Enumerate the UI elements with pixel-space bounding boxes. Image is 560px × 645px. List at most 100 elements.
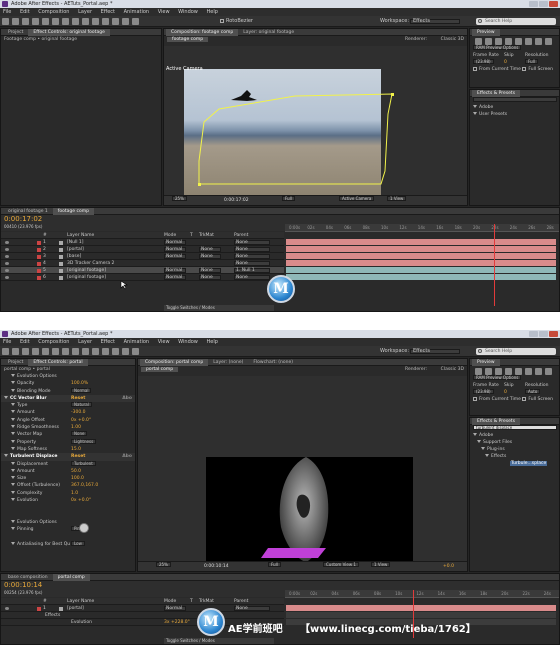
property-value[interactable]: Reset [71, 395, 85, 402]
pan-behind-tool-icon[interactable] [52, 348, 59, 355]
effect-property[interactable]: Amount -300.0 [1, 409, 135, 416]
menu-effect[interactable]: Effect [101, 9, 115, 15]
viewer-timecode[interactable]: 0:00:10:14 [204, 562, 229, 571]
mask-tool-icon[interactable] [62, 348, 69, 355]
next-frame-icon[interactable] [505, 368, 512, 375]
tab-timeline-original-footage[interactable]: original footage 1 [3, 208, 53, 215]
effect-property[interactable]: Ridge Smoothness 1.00 [1, 424, 135, 431]
effect-property[interactable]: Amount 50.0 [1, 468, 135, 475]
effects-item-user-presets[interactable]: User Presets [470, 111, 559, 118]
label-color-swatch[interactable] [37, 276, 41, 280]
visibility-eye-icon[interactable] [5, 262, 9, 265]
tab-timeline-base-composition[interactable]: base composition [3, 574, 53, 581]
expand-triangle-icon[interactable] [11, 374, 15, 377]
menu-animation[interactable]: Animation [124, 9, 150, 15]
about-link[interactable]: Abo [122, 395, 132, 402]
tab-preview[interactable]: Preview [472, 359, 500, 366]
first-frame-icon[interactable] [475, 368, 482, 375]
menu-file[interactable]: File [3, 9, 11, 15]
visibility-eye-icon[interactable] [5, 255, 9, 258]
effect-property[interactable]: Type Natural [1, 402, 135, 409]
effect-property[interactable]: Vector Map None [1, 431, 135, 438]
layer-row[interactable]: 1 [portal] Normal None [1, 605, 284, 612]
property-value[interactable]: Turbulent [71, 460, 96, 466]
next-frame-icon[interactable] [505, 38, 512, 45]
brush-tool-icon[interactable] [92, 348, 99, 355]
label-color-swatch[interactable] [37, 241, 41, 245]
tab-timeline-portal-comp[interactable]: portal comp [52, 574, 90, 581]
layer-row[interactable]: 6 [original footage] Normal None None [1, 274, 284, 281]
layer-parent[interactable]: None [234, 606, 270, 611]
effects-item-turbulent-displace[interactable]: Turbule...splace [470, 460, 559, 467]
expand-triangle-icon[interactable] [11, 410, 15, 414]
prev-frame-icon[interactable] [485, 368, 492, 375]
puppet-tool-icon[interactable] [132, 348, 139, 355]
effects-item-effects[interactable]: Effects [470, 453, 559, 460]
zoom-tool-icon[interactable] [22, 18, 29, 25]
close-button[interactable] [549, 1, 558, 7]
label-color-swatch[interactable] [37, 262, 41, 266]
layer-row[interactable]: 4 3D Tracker Camera 2 None [1, 260, 284, 267]
layer-mode[interactable]: Normal [164, 247, 186, 252]
loop-icon[interactable] [535, 38, 542, 45]
camera-tool-icon[interactable] [42, 18, 49, 25]
tab-effect-controls[interactable]: Effect Controls: portal [28, 359, 88, 366]
layer-bar[interactable] [286, 605, 556, 611]
time-ruler[interactable]: 0:00s02s04s06s08s10s12s14s16s18s20s22s24… [285, 224, 559, 232]
hand-tool-icon[interactable] [12, 18, 19, 25]
full-screen-checkbox[interactable] [522, 396, 527, 401]
last-frame-icon[interactable] [515, 368, 522, 375]
minimize-button[interactable] [529, 1, 538, 7]
layer-name[interactable]: [original footage] [67, 274, 106, 281]
eraser-tool-icon[interactable] [112, 18, 119, 25]
layer-parent[interactable]: None [234, 261, 270, 266]
expand-triangle-icon[interactable] [11, 403, 15, 407]
comp-viewer[interactable] [138, 376, 467, 562]
effect-property[interactable]: Blending Mode Normal [1, 387, 135, 395]
menu-help[interactable]: Help [206, 339, 217, 345]
menu-view[interactable]: View [158, 9, 170, 15]
effects-search-input[interactable]: turbulent displace [473, 425, 557, 430]
comp-subtab[interactable]: portal comp [141, 367, 179, 372]
ram-preview-icon[interactable] [545, 38, 552, 45]
expand-triangle-icon[interactable] [11, 519, 15, 523]
from-current-checkbox[interactable] [473, 66, 477, 71]
layer-bar[interactable] [286, 267, 556, 273]
layer-name[interactable]: 3D Tracker Camera 2 [67, 260, 114, 267]
property-value[interactable]: 367.0,167.0 [71, 482, 98, 489]
roto-brush-tool-icon[interactable] [122, 348, 129, 355]
expand-triangle-icon[interactable] [4, 454, 8, 458]
effect-property[interactable] [1, 504, 135, 511]
property-value[interactable]: None [71, 431, 88, 437]
property-row-effects[interactable]: Effects [1, 612, 284, 619]
property-value[interactable]: -300.0 [71, 409, 86, 416]
full-screen-checkbox[interactable] [522, 66, 527, 71]
effect-property[interactable]: Evolution Options [1, 373, 135, 380]
workspace-select[interactable]: Effects [410, 19, 460, 24]
effects-item-support-files[interactable]: Support Files [470, 439, 559, 446]
property-value[interactable]: 0x +0.0° [71, 497, 91, 504]
menu-animation[interactable]: Animation [124, 339, 150, 345]
tab-project[interactable]: Project [3, 29, 28, 36]
layer-bar[interactable] [286, 260, 556, 266]
property-value[interactable]: 15.0 [71, 446, 81, 453]
property-value[interactable]: 50.0 [71, 468, 81, 475]
layer-parent[interactable]: None [234, 254, 270, 259]
time-ruler[interactable]: 0:00s02s04s06s08s10s12s14s16s18s20s22s24… [285, 590, 559, 598]
view-select[interactable]: Custom View 1 [323, 562, 359, 567]
layer-mode[interactable]: Normal [164, 254, 186, 259]
resolution-select-preview[interactable]: Auto [525, 389, 541, 394]
effect-property[interactable] [1, 534, 135, 541]
tab-composition[interactable]: Composition: portal comp [140, 359, 209, 366]
view-select[interactable]: Active Camera [339, 196, 375, 201]
expand-triangle-icon[interactable] [11, 432, 15, 436]
last-frame-icon[interactable] [515, 38, 522, 45]
search-help-input[interactable]: Search Help [476, 18, 556, 25]
effect-property[interactable]: Angle Offset 0x +0.0° [1, 417, 135, 424]
expand-triangle-icon[interactable] [11, 439, 15, 443]
effect-header[interactable]: Turbulent Displace Reset Abo [1, 453, 135, 461]
tab-preview[interactable]: Preview [472, 29, 500, 36]
label-color-swatch[interactable] [37, 248, 41, 252]
rotate-tool-icon[interactable] [32, 18, 39, 25]
rotobezier-checkbox[interactable]: RotoBezier [220, 18, 253, 24]
